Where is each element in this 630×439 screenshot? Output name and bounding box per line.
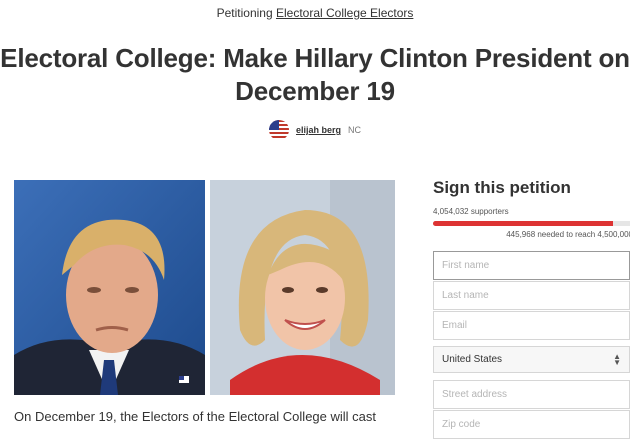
author-name[interactable]: elijah berg: [296, 125, 341, 135]
progress-bar: [433, 221, 630, 226]
goal-remaining: 445,968 needed to reach 4,500,000: [506, 230, 630, 239]
zip-placeholder: Zip code: [442, 419, 481, 430]
email-placeholder: Email: [442, 320, 468, 331]
sign-heading: Sign this petition: [433, 178, 571, 197]
first-name-placeholder: First name: [442, 260, 490, 271]
sign-petition-panel: Sign this petition 4,054,032 supporters …: [433, 178, 630, 439]
petition-target-line: Petitioning Electoral College Electors: [0, 6, 630, 20]
zip-code-field[interactable]: Zip code: [433, 410, 630, 439]
author-state: NC: [348, 125, 361, 135]
candidate-photo-left: [14, 180, 205, 395]
last-name-field[interactable]: Last name: [433, 281, 630, 310]
petitioning-label: Petitioning: [216, 6, 273, 20]
first-name-field[interactable]: First name: [433, 251, 630, 280]
last-name-placeholder: Last name: [442, 290, 489, 301]
country-select[interactable]: United States ▲ ▼: [433, 346, 630, 373]
street-placeholder: Street address: [442, 389, 508, 400]
email-field[interactable]: Email: [433, 311, 630, 340]
target-link[interactable]: Electoral College Electors: [276, 6, 413, 20]
petition-media: [14, 180, 395, 395]
candidate-photo-right: [210, 180, 395, 395]
avatar[interactable]: [268, 120, 289, 140]
author-row: elijah berg NC: [0, 120, 630, 140]
petition-intro-text: On December 19, the Electors of the Elec…: [14, 409, 377, 424]
street-address-field[interactable]: Street address: [433, 380, 630, 409]
country-value: United States: [442, 354, 503, 365]
progress-fill: [433, 221, 613, 226]
select-arrows-icon: ▲ ▼: [613, 351, 621, 367]
petition-title: Electoral College: Make Hillary Clinton …: [0, 43, 630, 106]
supporter-count: 4,054,032 supporters: [433, 207, 509, 216]
